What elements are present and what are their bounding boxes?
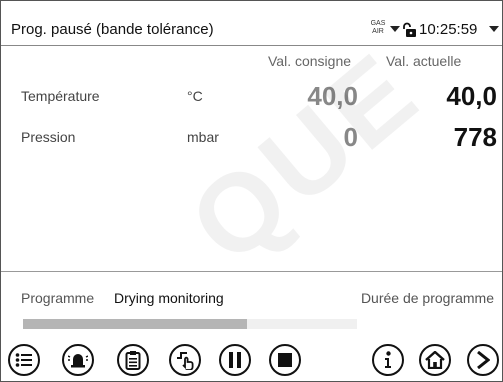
info-button[interactable] — [372, 344, 404, 376]
clock-dropdown-icon[interactable] — [489, 26, 499, 32]
log-button[interactable] — [117, 344, 149, 376]
pause-icon — [229, 352, 241, 368]
column-actual: Val. actuelle — [386, 53, 462, 69]
pause-button[interactable] — [219, 344, 251, 376]
program-progress-bar — [23, 319, 357, 329]
lock-icon[interactable] — [402, 22, 418, 38]
menu-button[interactable] — [8, 344, 40, 376]
program-name: Drying monitoring — [114, 290, 224, 306]
stop-button[interactable] — [269, 344, 301, 376]
program-duration-label: Durée de programme — [360, 290, 494, 306]
home-button[interactable] — [419, 344, 451, 376]
status-title: Prog. pausé (bande tolérance) — [11, 21, 214, 38]
info-icon — [385, 351, 391, 368]
actual-value: 40,0 — [446, 81, 497, 111]
program-progress-fill — [23, 319, 247, 329]
row-unit: mbar — [187, 129, 219, 145]
toolbar — [1, 343, 502, 381]
next-button[interactable] — [467, 344, 499, 376]
manual-operation-button[interactable] — [169, 344, 201, 376]
program-label: Programme — [21, 290, 95, 306]
alarm-button[interactable] — [62, 344, 94, 376]
alarm-icon — [68, 354, 88, 368]
gas-dropdown-icon[interactable] — [390, 26, 400, 32]
controller-screen: Prog. pausé (bande tolérance) GAS AIR 10:… — [0, 0, 503, 382]
clock: 10:25:59 — [419, 21, 478, 38]
clipboard-icon — [125, 351, 141, 370]
row-label: Température — [21, 88, 100, 104]
home-icon — [425, 351, 445, 369]
setpoint-value: 0 — [343, 122, 358, 152]
gas-air-indicator: GAS AIR — [370, 20, 386, 35]
setpoint-value: 40,0 — [307, 81, 358, 111]
manual-operation-icon — [177, 352, 194, 370]
stop-icon — [278, 353, 292, 367]
divider — [1, 271, 502, 272]
row-unit: °C — [187, 88, 203, 104]
column-setpoint: Val. consigne — [268, 53, 352, 69]
header-bar: Prog. pausé (bande tolérance) GAS AIR 10:… — [1, 1, 502, 46]
next-icon — [477, 351, 490, 369]
row-label: Pression — [21, 129, 76, 145]
actual-value: 778 — [453, 122, 497, 152]
menu-icon — [15, 353, 32, 367]
